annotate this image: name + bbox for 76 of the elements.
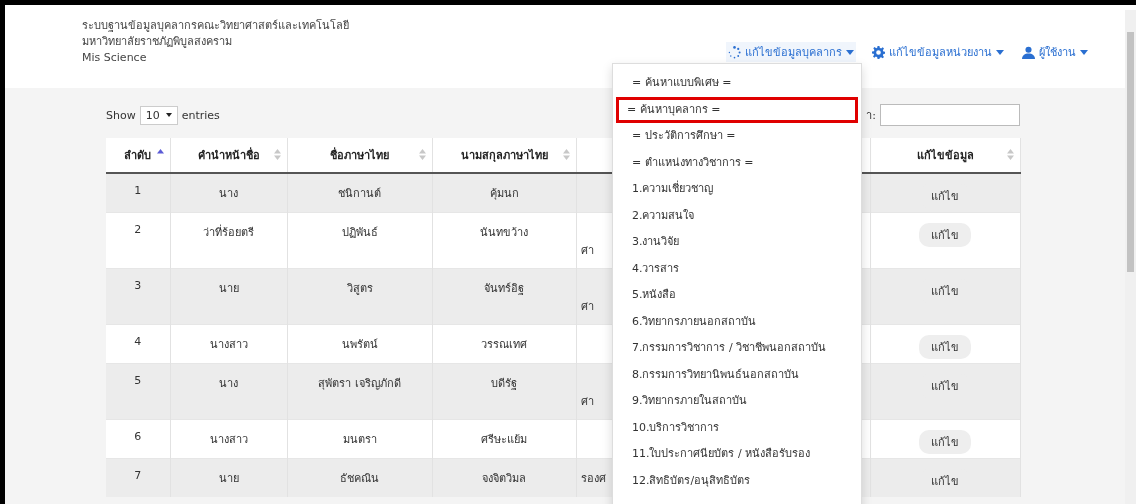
table-cell: ชนิกานต์	[338, 187, 381, 200]
table-cell: 7	[134, 469, 142, 482]
table-cell: 3	[134, 279, 142, 292]
caret-icon	[165, 113, 172, 117]
length-label: Show	[106, 108, 136, 122]
edit-button[interactable]: แก้ไข	[919, 223, 971, 247]
table-cell: ว่าที่ร้อยตรี	[203, 226, 254, 239]
edit-button[interactable]: แก้ไข	[919, 335, 971, 359]
table-cell: 2	[134, 223, 142, 236]
table-cell: นางสาว	[209, 338, 248, 351]
table-cell: สุพัตรา เจริญภักดี	[318, 377, 401, 390]
menu-item[interactable]: 12.สิทธิบัตร/อนุสิทธิบัตร	[616, 467, 858, 494]
column-header[interactable]: คำนำหน้าชื่อ	[170, 138, 287, 173]
table-cell: นาง	[219, 377, 238, 390]
nav-dropdown[interactable]: ผู้ใช้งาน	[1020, 42, 1090, 62]
scrollbar[interactable]	[1125, 10, 1136, 504]
menu-item[interactable]: 10.บริการวิชาการ	[616, 414, 858, 441]
settings-icon	[872, 45, 885, 59]
table-cell: นาย	[218, 282, 239, 295]
table-cell: วรรณเทศ	[481, 338, 527, 351]
table-cell-text: ศา	[580, 394, 594, 410]
scrollbar-thumb[interactable]	[1127, 32, 1134, 272]
menu-item[interactable]: = ค้นหาแบบพิเศษ =	[616, 70, 858, 97]
caret-icon	[846, 49, 854, 55]
table-cell: 5	[134, 374, 142, 387]
caret-icon	[996, 49, 1004, 55]
menu-item[interactable]: = ค้นหาบุคลากร =	[616, 96, 858, 123]
table-cell: ปฏิพันธ์	[341, 226, 378, 239]
menu-item[interactable]: 8.กรรมการวิทยานิพนธ์นอกสถาบัน	[616, 361, 858, 388]
menu-item[interactable]: 5.หนังสือ	[616, 282, 858, 309]
search-field[interactable]	[880, 104, 1020, 126]
menu-item[interactable]: 2.ความสนใจ	[616, 202, 858, 229]
site-title: Mis Science	[82, 50, 148, 66]
caret-icon	[1080, 49, 1088, 55]
menu-item[interactable]: 4.วารสาร	[616, 255, 858, 282]
column-header[interactable]: ลำดับ	[106, 138, 170, 173]
menu-item[interactable]: = ประวัติการศึกษา =	[616, 123, 858, 150]
table-cell: 6	[134, 430, 142, 443]
table-cell: 1	[134, 184, 142, 197]
menu-item[interactable]: 3.งานวิจัย	[616, 229, 858, 256]
table-cell: นพรัตน์	[341, 338, 378, 351]
table-cell: นาย	[218, 472, 239, 485]
site-title: ระบบฐานข้อมูลบุคลากรคณะวิทยาศาสตร์และเทคโนโลยี	[82, 18, 349, 34]
table-cell: บดีรัฐ	[491, 377, 517, 390]
table-cell: ธัชคณิน	[340, 472, 379, 485]
table-cell: มนตรา	[342, 433, 377, 446]
length-label: entries	[181, 108, 220, 122]
menu-item[interactable]: 6.วิทยากรภายนอกสถาบัน	[616, 308, 858, 335]
column-header[interactable]: แก้ไขข้อมูล	[870, 138, 1020, 173]
spinner-icon	[728, 45, 741, 59]
page-length-select[interactable]: 10	[139, 105, 178, 125]
table-cell: รองศ	[580, 472, 606, 485]
table-cell: จันทร์อิฐ	[484, 282, 524, 295]
menu-item[interactable]: 9.วิทยากรภายในสถาบัน	[616, 388, 858, 415]
site-title: มหาวิทยาลัยราชภัฏพิบูลสงคราม	[82, 34, 233, 50]
menu-item[interactable]: = ตำแหน่งทางวิชาการ =	[616, 149, 858, 176]
menu-item[interactable]: 7.กรรมการวิชาการ / วิชาชีพนอกสถาบัน	[616, 335, 858, 362]
table-cell: นันทขว้าง	[480, 226, 528, 239]
table-cell-text: ศา	[580, 243, 594, 259]
table-cell: ศรีษะแย้ม	[481, 433, 527, 446]
user-icon	[1022, 45, 1035, 59]
table-cell: นาง	[219, 187, 238, 200]
table-cell: 4	[134, 335, 142, 348]
table-cell-text: ศา	[580, 299, 594, 315]
nav-dropdown[interactable]: แก้ไขข้อมูลบุคลากร	[726, 42, 856, 62]
menu-item[interactable]: 11.ใบประกาศนียบัตร / หนังสือรับรอง	[616, 441, 858, 468]
nav-dropdown[interactable]: แก้ไขข้อมูลหน่วยงาน	[870, 42, 1006, 62]
table-cell: วิสูตร	[346, 282, 373, 295]
table-cell: คุ้มนก	[489, 187, 519, 200]
column-header[interactable]: ชื่อภาษาไทย	[287, 138, 432, 173]
edit-button[interactable]: แก้ไข	[919, 430, 971, 454]
table-cell: นางสาว	[209, 433, 248, 446]
menu-item[interactable]: 1.ความเชี่ยวชาญ	[616, 176, 858, 203]
column-header[interactable]: นามสกุลภาษาไทย	[432, 138, 576, 173]
table-cell: จงจิตวิมล	[482, 472, 526, 485]
search-label: า:	[866, 108, 876, 124]
